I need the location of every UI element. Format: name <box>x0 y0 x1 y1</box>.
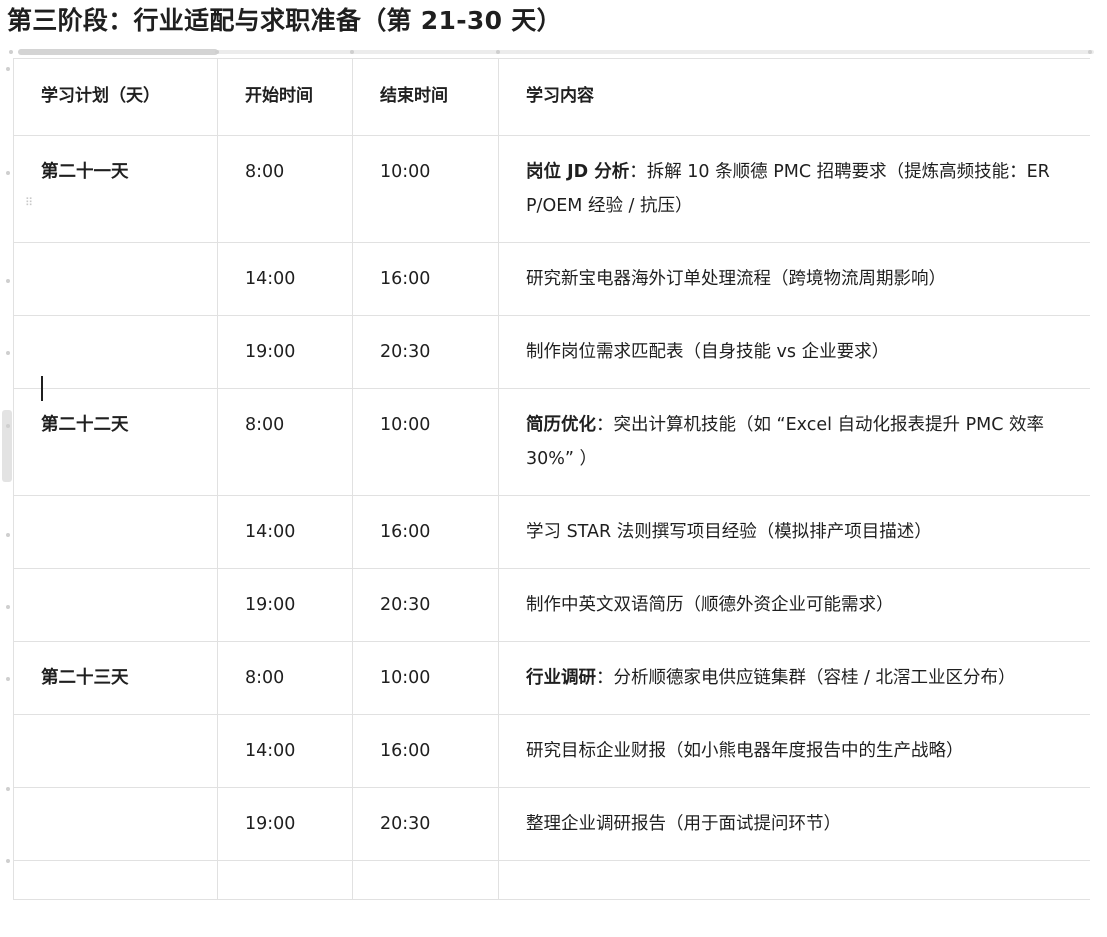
cell-end-time[interactable]: 10:00 <box>352 641 499 715</box>
row-handle-rail[interactable] <box>0 58 12 937</box>
cell-day[interactable] <box>13 495 218 569</box>
cell-day[interactable] <box>13 787 218 861</box>
table-row: 14:00 16:00 学习 STAR 法则撰写项目经验（模拟排产项目描述） <box>13 495 1090 569</box>
row-insert-handle[interactable] <box>6 859 10 863</box>
row-insert-handle[interactable] <box>6 424 10 428</box>
table-body: 第二十一天 8:00 10:00 岗位 JD 分析：拆解 10 条顺德 PMC 招聘要… <box>13 135 1090 900</box>
drag-handle-icon[interactable]: ⠿ <box>25 197 35 213</box>
cell-end-time[interactable]: 20:30 <box>352 315 499 389</box>
table-row <box>13 860 1090 900</box>
cell-end-time[interactable]: 20:30 <box>352 787 499 861</box>
cell-start-time[interactable]: 19:00 <box>217 568 353 642</box>
cell-day[interactable] <box>13 242 218 316</box>
cell-content[interactable] <box>498 860 1090 900</box>
cell-end-time[interactable]: 10:00 <box>352 135 499 243</box>
cell-end-time[interactable]: 16:00 <box>352 495 499 569</box>
column-insert-handle[interactable] <box>496 50 500 54</box>
cell-content[interactable]: 行业调研：分析顺德家电供应链集群（容桂 / 北滘工业区分布） <box>498 641 1090 715</box>
cell-day[interactable]: 第二十二天 <box>13 388 218 496</box>
cell-day[interactable] <box>13 714 218 788</box>
cell-start-time[interactable]: 14:00 <box>217 242 353 316</box>
cell-start-time[interactable]: 14:00 <box>217 495 353 569</box>
table-row: 第二十三天 8:00 10:00 行业调研：分析顺德家电供应链集群（容桂 / 北滘工业… <box>13 641 1090 715</box>
table-row: 19:00 20:30 整理企业调研报告（用于面试提问环节） <box>13 787 1090 861</box>
table-row: 14:00 16:00 研究新宝电器海外订单处理流程（跨境物流周期影响） <box>13 242 1090 316</box>
cell-start-time[interactable]: 8:00 <box>217 641 353 715</box>
content-text: 研究目标企业财报（如小熊电器年度报告中的生产战略） <box>526 741 964 761</box>
cell-day[interactable] <box>13 860 218 900</box>
cell-end-time[interactable] <box>352 860 499 900</box>
content-emphasis: 岗位 JD 分析 <box>526 162 630 182</box>
cell-day[interactable] <box>13 315 218 389</box>
cell-start-time[interactable]: 8:00 <box>217 388 353 496</box>
text-caret <box>41 376 43 401</box>
header-end-time[interactable]: 结束时间 <box>352 58 499 136</box>
cell-end-time[interactable]: 16:00 <box>352 242 499 316</box>
column-insert-handle[interactable] <box>9 50 13 54</box>
content-text: ：突出计算机技能（如 “Excel 自动化报表提升 PMC 效率 30%” ） <box>526 415 1045 469</box>
column-insert-handle[interactable] <box>215 50 219 54</box>
cell-day[interactable] <box>13 568 218 642</box>
cell-content[interactable]: 整理企业调研报告（用于面试提问环节） <box>498 787 1090 861</box>
row-insert-handle[interactable] <box>6 677 10 681</box>
cell-content[interactable]: 岗位 JD 分析：拆解 10 条顺德 PMC 招聘要求（提炼高频技能：ERP/O… <box>498 135 1090 243</box>
cell-end-time[interactable]: 20:30 <box>352 568 499 642</box>
content-text: 制作岗位需求匹配表（自身技能 vs 企业要求） <box>526 342 890 362</box>
scrollbar-thumb[interactable] <box>18 49 218 55</box>
cell-start-time[interactable]: 14:00 <box>217 714 353 788</box>
content-text: 学习 STAR 法则撰写项目经验（模拟排产项目描述） <box>526 522 932 542</box>
row-select-highlight[interactable] <box>2 410 12 482</box>
table-row: 19:00 20:30 制作岗位需求匹配表（自身技能 vs 企业要求） <box>13 315 1090 389</box>
content-emphasis: 简历优化 <box>526 415 596 435</box>
table-row: 19:00 20:30 制作中英文双语简历（顺德外资企业可能需求） <box>13 568 1090 642</box>
header-start-time[interactable]: 开始时间 <box>217 58 353 136</box>
cell-start-time[interactable]: 8:00 <box>217 135 353 243</box>
document-page: 第三阶段：行业适配与求职准备（第 21-30 天） 学习计划（天） 开始时间 结… <box>0 0 1107 937</box>
cell-day[interactable]: 第二十一天 <box>13 135 218 243</box>
cell-start-time[interactable]: 19:00 <box>217 787 353 861</box>
cell-start-time[interactable]: 19:00 <box>217 315 353 389</box>
content-text: ：分析顺德家电供应链集群（容桂 / 北滘工业区分布） <box>596 668 1016 688</box>
cell-content[interactable]: 制作岗位需求匹配表（自身技能 vs 企业要求） <box>498 315 1090 389</box>
column-insert-handle[interactable] <box>350 50 354 54</box>
cell-end-time[interactable]: 10:00 <box>352 388 499 496</box>
table-header-row: 学习计划（天） 开始时间 结束时间 学习内容 <box>13 58 1090 136</box>
schedule-table: 学习计划（天） 开始时间 结束时间 学习内容 第二十一天 8:00 10:00 岗位 … <box>13 58 1090 900</box>
table-row: 第二十二天 8:00 10:00 简历优化：突出计算机技能（如 “Excel 自动化报… <box>13 388 1090 496</box>
row-insert-handle[interactable] <box>6 279 10 283</box>
header-day[interactable]: 学习计划（天） <box>13 58 218 136</box>
cell-end-time[interactable]: 16:00 <box>352 714 499 788</box>
content-text: 研究新宝电器海外订单处理流程（跨境物流周期影响） <box>526 269 946 289</box>
row-insert-handle[interactable] <box>6 533 10 537</box>
table-row: 14:00 16:00 研究目标企业财报（如小熊电器年度报告中的生产战略） <box>13 714 1090 788</box>
row-insert-handle[interactable] <box>6 605 10 609</box>
row-insert-handle[interactable] <box>6 787 10 791</box>
content-text: 制作中英文双语简历（顺德外资企业可能需求） <box>526 595 894 615</box>
content-text: 整理企业调研报告（用于面试提问环节） <box>526 814 841 834</box>
cell-content[interactable]: 研究新宝电器海外订单处理流程（跨境物流周期影响） <box>498 242 1090 316</box>
row-insert-handle[interactable] <box>6 351 10 355</box>
content-emphasis: 行业调研 <box>526 668 596 688</box>
cell-start-time[interactable] <box>217 860 353 900</box>
section-heading: 第三阶段：行业适配与求职准备（第 21-30 天） <box>7 6 562 35</box>
right-edge-mask <box>1090 58 1107 937</box>
table-row: 第二十一天 8:00 10:00 岗位 JD 分析：拆解 10 条顺德 PMC 招聘要… <box>13 135 1090 243</box>
row-insert-handle[interactable] <box>6 67 10 71</box>
cell-content[interactable]: 研究目标企业财报（如小熊电器年度报告中的生产战略） <box>498 714 1090 788</box>
header-content[interactable]: 学习内容 <box>498 58 1090 136</box>
cell-day[interactable]: 第二十三天 <box>13 641 218 715</box>
row-insert-handle[interactable] <box>6 171 10 175</box>
cell-content[interactable]: 制作中英文双语简历（顺德外资企业可能需求） <box>498 568 1090 642</box>
schedule-table-container: 学习计划（天） 开始时间 结束时间 学习内容 第二十一天 8:00 10:00 岗位 … <box>13 58 1090 937</box>
column-insert-handle[interactable] <box>1088 50 1092 54</box>
cell-content[interactable]: 简历优化：突出计算机技能（如 “Excel 自动化报表提升 PMC 效率 30%… <box>498 388 1090 496</box>
cell-content[interactable]: 学习 STAR 法则撰写项目经验（模拟排产项目描述） <box>498 495 1090 569</box>
